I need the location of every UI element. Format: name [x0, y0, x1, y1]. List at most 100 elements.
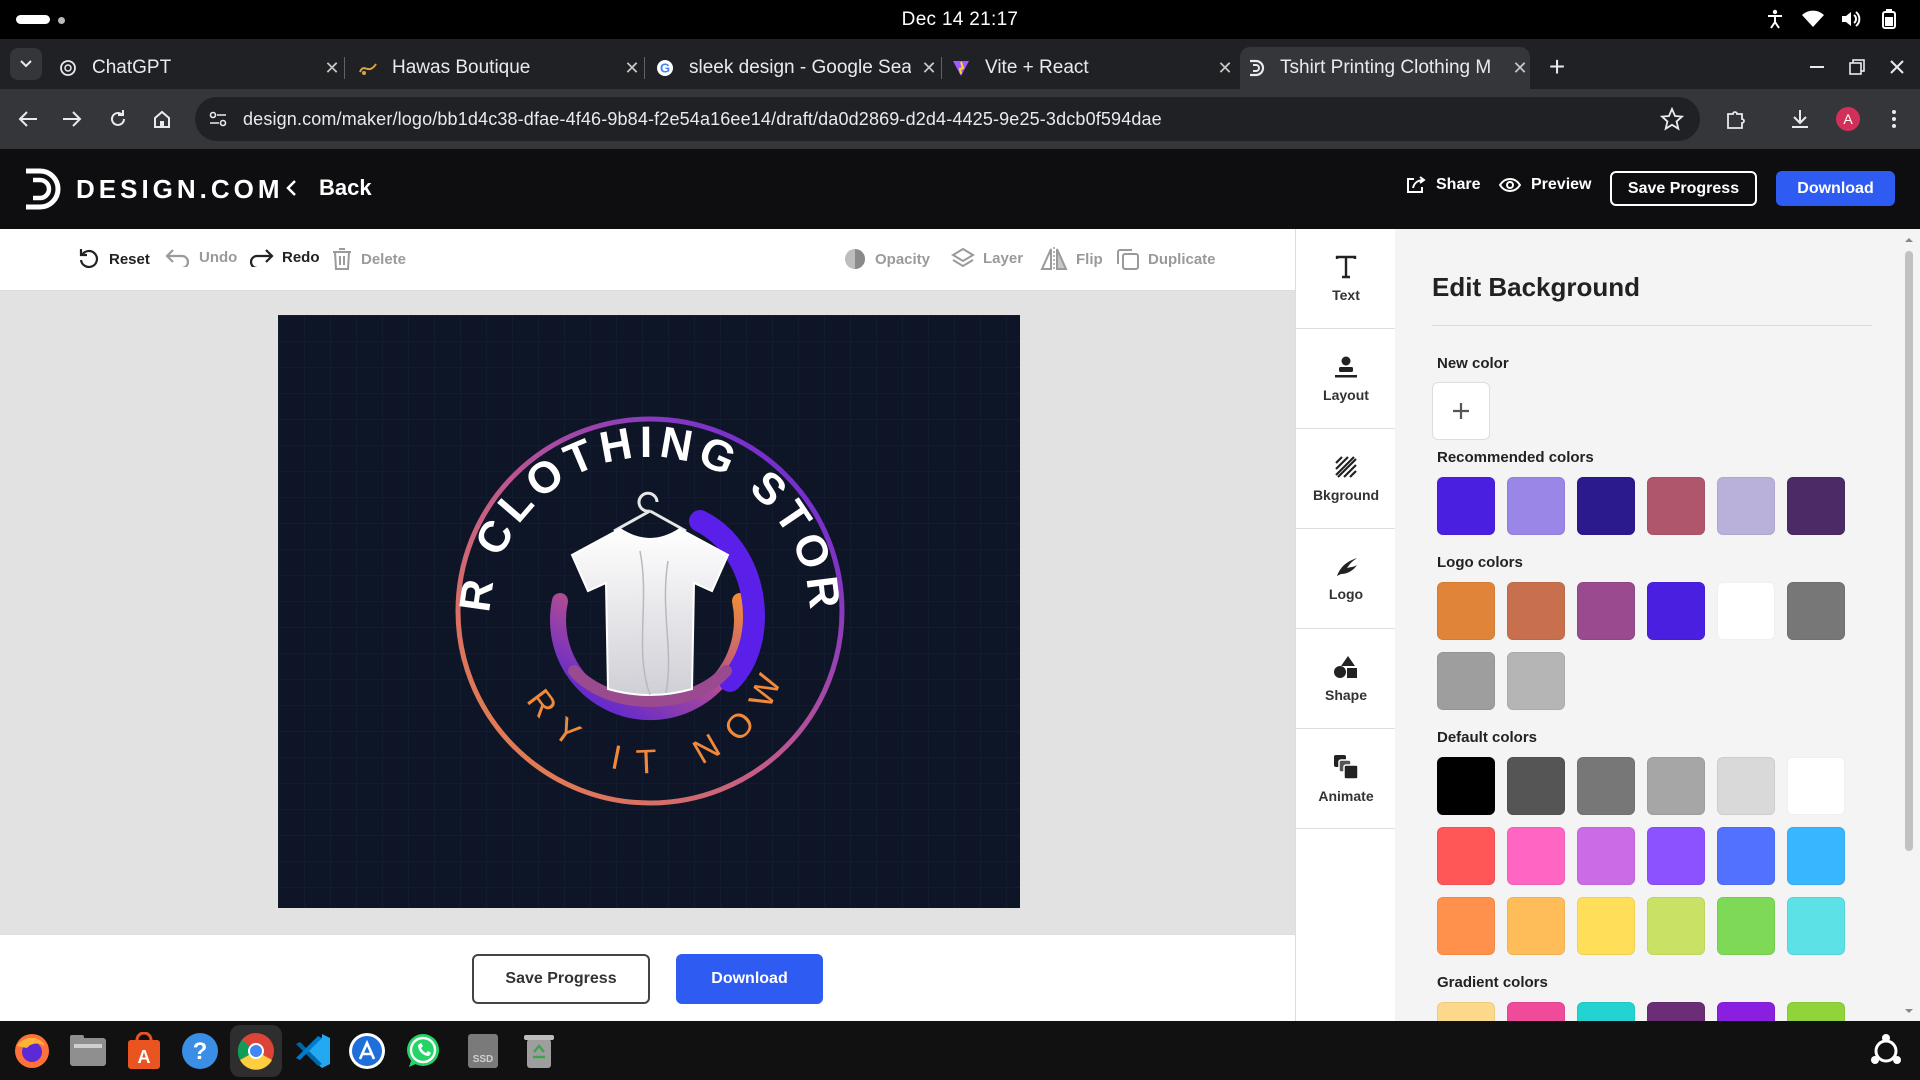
close-tab-icon[interactable]: ✕	[322, 58, 342, 78]
color-swatch[interactable]	[1507, 477, 1565, 535]
maximize-window-button[interactable]	[1843, 53, 1871, 81]
logo-artwork[interactable]: AR CLOTHING STORE TRY IT NOW	[278, 315, 1020, 908]
ssd-drive-icon[interactable]: SSD	[463, 1031, 503, 1071]
minimize-window-button[interactable]	[1803, 53, 1831, 81]
color-swatch[interactable]	[1647, 582, 1705, 640]
back-link[interactable]: Back	[285, 175, 372, 201]
reset-button[interactable]: Reset	[77, 247, 150, 271]
browser-tab-vite-react[interactable]: Vite + React ✕	[945, 47, 1235, 89]
browser-menu-button[interactable]	[1878, 103, 1910, 135]
color-swatch[interactable]	[1507, 827, 1565, 885]
color-swatch[interactable]	[1437, 757, 1495, 815]
color-swatch[interactable]	[1717, 582, 1775, 640]
browser-tab-hawas-boutique[interactable]: Hawas Boutique ✕	[352, 47, 645, 89]
side-tool-logo[interactable]: Logo	[1296, 529, 1396, 629]
color-swatch[interactable]	[1787, 477, 1845, 535]
reload-button[interactable]	[102, 103, 134, 135]
side-tool-layout[interactable]: Layout	[1296, 329, 1396, 429]
wifi-icon[interactable]	[1802, 8, 1824, 30]
color-swatch[interactable]	[1717, 757, 1775, 815]
profile-button[interactable]: A	[1832, 103, 1864, 135]
save-progress-button[interactable]: Save Progress	[1610, 171, 1757, 206]
layer-button[interactable]: Layer	[951, 247, 1023, 269]
firefox-icon[interactable]	[12, 1031, 52, 1071]
duplicate-button[interactable]: Duplicate	[1116, 247, 1216, 271]
scroll-up-icon[interactable]	[1902, 235, 1916, 245]
side-tool-text[interactable]: Text	[1296, 229, 1396, 329]
system-clock[interactable]: Dec 14 21:17	[0, 9, 1920, 31]
color-swatch[interactable]	[1647, 477, 1705, 535]
vscode-icon[interactable]	[293, 1031, 333, 1071]
color-swatch[interactable]	[1717, 1002, 1775, 1021]
show-apps-icon[interactable]	[1866, 1031, 1906, 1071]
side-tool-background[interactable]: Bkground	[1296, 429, 1396, 529]
color-swatch[interactable]	[1437, 1002, 1495, 1021]
battery-icon[interactable]	[1878, 8, 1900, 30]
color-swatch[interactable]	[1437, 652, 1495, 710]
color-swatch[interactable]	[1717, 897, 1775, 955]
color-swatch[interactable]	[1647, 1002, 1705, 1021]
color-swatch[interactable]	[1647, 827, 1705, 885]
color-swatch[interactable]	[1787, 582, 1845, 640]
side-tool-shape[interactable]: Shape	[1296, 629, 1396, 729]
forward-nav-button[interactable]	[56, 103, 88, 135]
files-icon[interactable]	[68, 1031, 108, 1071]
color-swatch[interactable]	[1647, 757, 1705, 815]
color-swatch[interactable]	[1787, 757, 1845, 815]
system-tray[interactable]	[1764, 8, 1900, 30]
color-swatch[interactable]	[1507, 897, 1565, 955]
share-button[interactable]: Share	[1406, 176, 1480, 194]
color-swatch[interactable]	[1577, 757, 1635, 815]
scroll-down-icon[interactable]	[1902, 1006, 1916, 1016]
color-swatch[interactable]	[1437, 582, 1495, 640]
new-tab-button[interactable]: +	[1542, 51, 1572, 82]
close-tab-icon[interactable]: ✕	[1215, 58, 1235, 78]
close-tab-icon[interactable]: ✕	[1510, 58, 1530, 78]
address-bar[interactable]: design.com/maker/logo/bb1d4c38-dfae-4f46…	[195, 97, 1700, 141]
close-tab-icon[interactable]: ✕	[622, 58, 642, 78]
trash-icon[interactable]	[519, 1031, 559, 1071]
browser-tab-tshirt-printing[interactable]: Tshirt Printing Clothing M ✕	[1240, 47, 1530, 89]
color-swatch[interactable]	[1787, 827, 1845, 885]
design-canvas[interactable]: AR CLOTHING STORE TRY IT NOW	[278, 315, 1020, 908]
color-swatch[interactable]	[1507, 582, 1565, 640]
bottom-download-button[interactable]: Download	[676, 954, 823, 1004]
panel-scrollbar[interactable]	[1902, 233, 1916, 1018]
app-store-icon[interactable]	[347, 1031, 387, 1071]
color-swatch[interactable]	[1787, 1002, 1845, 1021]
color-swatch[interactable]	[1577, 897, 1635, 955]
home-button[interactable]	[146, 103, 178, 135]
bookmark-star-icon[interactable]	[1659, 106, 1685, 131]
browser-tab-google-search[interactable]: G sleek design - Google Sea ✕	[649, 47, 942, 89]
close-window-button[interactable]	[1883, 53, 1911, 81]
site-info-icon[interactable]	[207, 108, 229, 130]
browser-tab-chatgpt[interactable]: ChatGPT ✕	[52, 47, 345, 89]
downloads-button[interactable]	[1784, 103, 1816, 135]
chrome-icon[interactable]	[230, 1025, 282, 1077]
delete-button[interactable]: Delete	[331, 247, 406, 271]
color-swatch[interactable]	[1717, 827, 1775, 885]
scrollbar-thumb[interactable]	[1905, 251, 1913, 851]
side-tool-animate[interactable]: Animate	[1296, 729, 1396, 829]
color-swatch[interactable]	[1437, 827, 1495, 885]
color-swatch[interactable]	[1577, 582, 1635, 640]
whatsapp-icon[interactable]	[403, 1031, 443, 1071]
color-swatch[interactable]	[1787, 897, 1845, 955]
color-swatch[interactable]	[1507, 652, 1565, 710]
preview-button[interactable]: Preview	[1499, 176, 1591, 194]
color-swatch[interactable]	[1577, 1002, 1635, 1021]
bottom-save-progress-button[interactable]: Save Progress	[472, 954, 650, 1004]
volume-icon[interactable]	[1840, 8, 1862, 30]
back-nav-button[interactable]	[12, 103, 44, 135]
redo-button[interactable]: Redo	[248, 247, 320, 267]
color-swatch[interactable]	[1507, 1002, 1565, 1021]
extensions-button[interactable]	[1720, 103, 1752, 135]
opacity-button[interactable]: Opacity	[843, 247, 930, 271]
accessibility-icon[interactable]	[1764, 8, 1786, 30]
app-center-icon[interactable]: A	[124, 1031, 164, 1071]
brand-logo[interactable]: DESIGN.COM	[22, 167, 284, 211]
color-swatch[interactable]	[1437, 477, 1495, 535]
color-swatch[interactable]	[1507, 757, 1565, 815]
tab-search-button[interactable]	[10, 48, 42, 80]
download-button[interactable]: Download	[1776, 171, 1895, 206]
